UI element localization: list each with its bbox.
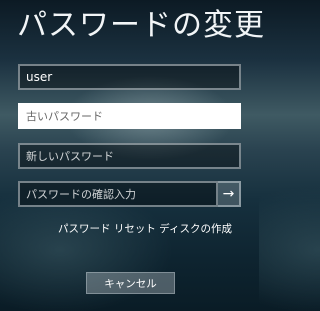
new-password-field[interactable] bbox=[18, 143, 241, 169]
new-password-input[interactable] bbox=[20, 145, 239, 168]
arrow-right-icon: → bbox=[222, 186, 235, 202]
reset-disk-link[interactable]: パスワード リセット ディスクの作成 bbox=[58, 221, 232, 236]
page-title: パスワードの変更 bbox=[17, 8, 265, 43]
username-input[interactable] bbox=[20, 66, 239, 88]
username-field[interactable] bbox=[18, 64, 241, 90]
cancel-button[interactable]: キャンセル bbox=[86, 272, 175, 294]
confirm-password-field[interactable] bbox=[18, 181, 218, 207]
submit-button[interactable]: → bbox=[218, 181, 241, 207]
old-password-input[interactable] bbox=[20, 105, 239, 128]
confirm-password-input[interactable] bbox=[20, 183, 216, 206]
old-password-field[interactable] bbox=[18, 103, 241, 129]
